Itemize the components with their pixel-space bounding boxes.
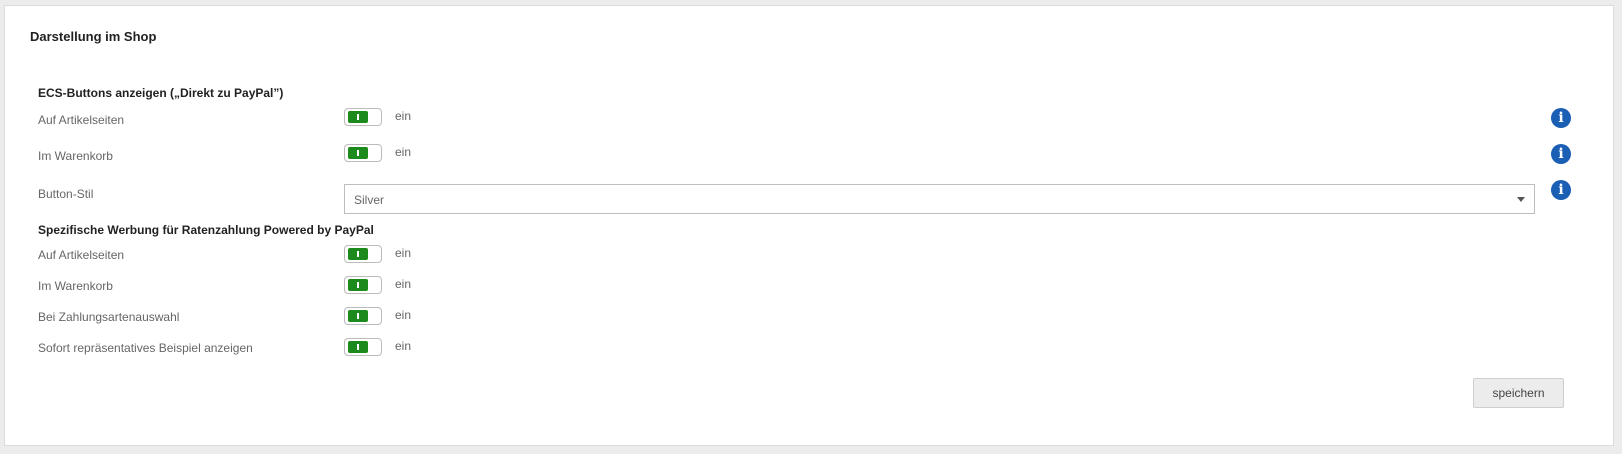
row-label-inst-example: Sofort repräsentatives Beispiel anzeigen — [38, 341, 253, 355]
row-label-ecs-article: Auf Artikelseiten — [38, 113, 125, 127]
info-icon[interactable]: i — [1551, 144, 1571, 164]
panel-title: Darstellung im Shop — [30, 29, 157, 44]
toggle-ecs-cart[interactable] — [344, 144, 382, 162]
info-icon[interactable]: i — [1551, 108, 1571, 128]
section-title-installments: Spezifische Werbung für Ratenzahlung Pow… — [38, 223, 374, 237]
button-style-select[interactable]: Silver — [344, 184, 1535, 214]
toggle-state-ecs-article: ein — [395, 109, 412, 123]
row-label-inst-article: Auf Artikelseiten — [38, 248, 125, 262]
save-button[interactable]: speichern — [1473, 378, 1564, 408]
toggle-state-inst-payment: ein — [395, 308, 412, 322]
toggle-state-ecs-cart: ein — [395, 145, 412, 159]
row-label-inst-cart: Im Warenkorb — [38, 279, 113, 293]
row-label-ecs-cart: Im Warenkorb — [38, 149, 113, 163]
toggle-state-inst-example: ein — [395, 339, 412, 353]
toggle-state-inst-cart: ein — [395, 277, 412, 291]
row-label-button-style: Button-Stil — [38, 187, 94, 201]
row-label-inst-payment: Bei Zahlungsartenauswahl — [38, 310, 180, 324]
toggle-inst-article[interactable] — [344, 245, 382, 263]
button-style-value: Silver — [354, 193, 385, 207]
chevron-down-icon — [1517, 197, 1525, 202]
section-title-ecs: ECS-Buttons anzeigen („Direkt zu PayPal”… — [38, 86, 284, 100]
toggle-inst-example[interactable] — [344, 338, 382, 356]
info-icon[interactable]: i — [1551, 180, 1571, 200]
toggle-state-inst-article: ein — [395, 246, 412, 260]
toggle-inst-payment[interactable] — [344, 307, 382, 325]
settings-panel: Darstellung im Shop ECS-Buttons anzeigen… — [4, 5, 1614, 446]
toggle-inst-cart[interactable] — [344, 276, 382, 294]
toggle-ecs-article[interactable] — [344, 108, 382, 126]
